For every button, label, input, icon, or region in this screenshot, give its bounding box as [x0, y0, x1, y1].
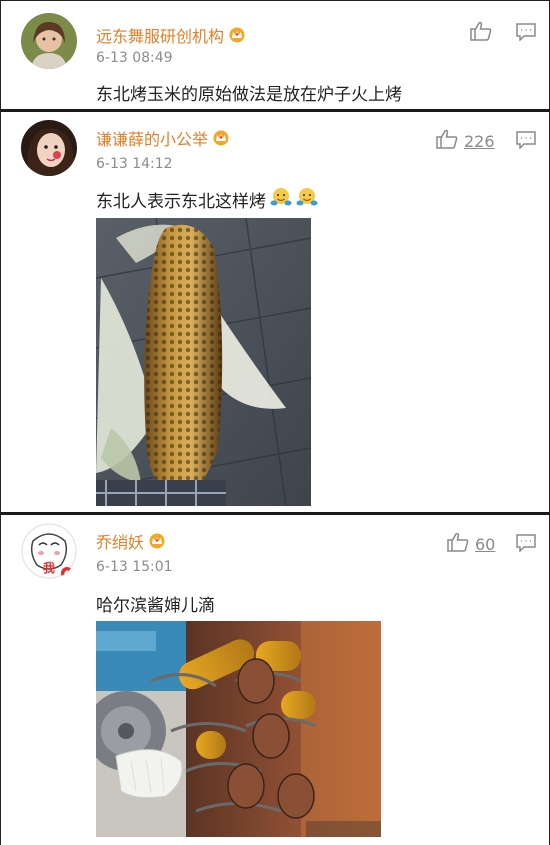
comment-item: 谦谦薛的小公举 6-13 14:12 东北人表示东北这样烤 226	[1, 112, 549, 512]
corn-roaster-photo[interactable]	[96, 621, 381, 837]
vip-crown-icon	[228, 27, 246, 43]
hug-emoji-icon	[270, 186, 292, 213]
like-button[interactable]: 226	[436, 129, 495, 153]
avatar[interactable]	[21, 13, 77, 69]
username[interactable]: 远东舞服研创机构	[96, 23, 246, 47]
like-count: 226	[464, 131, 495, 151]
comment-text-content: 东北人表示东北这样烤	[96, 192, 266, 212]
like-button[interactable]	[470, 21, 498, 45]
avatar[interactable]: 我	[21, 523, 77, 579]
username-text[interactable]: 谦谦薛的小公举	[96, 126, 208, 150]
reply-icon[interactable]	[516, 23, 536, 45]
vip-crown-icon	[148, 533, 166, 549]
avatar[interactable]	[21, 120, 77, 176]
comment-item: 我 乔绡妖 6-13 15:01 哈尔滨酱婶儿滴 60	[1, 515, 549, 845]
comment-item: 远东舞服研创机构 6-13 08:49 东北烤玉米的原始做法是放在炉子火上烤	[1, 1, 549, 109]
avatar-text: 我	[43, 561, 56, 575]
hug-emoji-icon	[296, 186, 318, 213]
like-icon[interactable]	[436, 129, 458, 153]
like-icon[interactable]	[470, 21, 492, 45]
comment-text: 东北人表示东北这样烤	[96, 186, 318, 213]
timestamp: 6-13 08:49	[96, 50, 173, 66]
reply-icon[interactable]	[516, 131, 536, 153]
grilled-corn-photo[interactable]	[96, 218, 311, 506]
username-text[interactable]: 乔绡妖	[96, 529, 144, 553]
comment-text: 哈尔滨酱婶儿滴	[96, 596, 215, 616]
like-count: 60	[475, 534, 496, 554]
like-icon[interactable]	[447, 532, 469, 556]
username[interactable]: 乔绡妖	[96, 529, 166, 553]
timestamp: 6-13 14:12	[96, 156, 173, 172]
comment-text: 东北烤玉米的原始做法是放在炉子火上烤	[96, 85, 402, 105]
timestamp: 6-13 15:01	[96, 559, 173, 575]
reply-icon[interactable]	[516, 534, 536, 556]
comment-feed: 远东舞服研创机构 6-13 08:49 东北烤玉米的原始做法是放在炉子火上烤 谦…	[0, 0, 550, 845]
like-button[interactable]: 60	[447, 532, 495, 556]
username[interactable]: 谦谦薛的小公举	[96, 126, 230, 150]
vip-crown-icon	[212, 130, 230, 146]
username-text[interactable]: 远东舞服研创机构	[96, 23, 224, 47]
